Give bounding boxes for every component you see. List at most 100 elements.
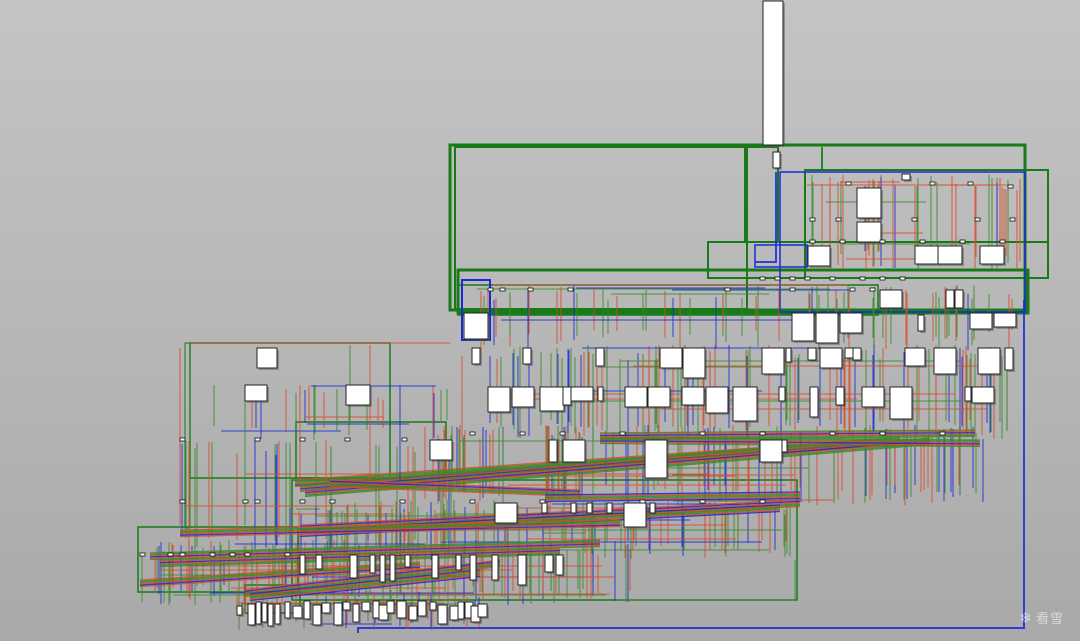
graph-node[interactable] bbox=[284, 601, 291, 619]
graph-node-small[interactable] bbox=[929, 181, 936, 186]
graph-node[interactable] bbox=[835, 386, 845, 406]
graph-node-small[interactable] bbox=[879, 239, 886, 244]
graph-node-small[interactable] bbox=[759, 431, 766, 436]
graph-node[interactable] bbox=[562, 386, 572, 406]
graph-node[interactable] bbox=[993, 312, 1017, 328]
graph-node-small[interactable] bbox=[835, 217, 842, 222]
graph-node[interactable] bbox=[901, 173, 911, 181]
graph-node-small[interactable] bbox=[879, 431, 886, 436]
graph-node[interactable] bbox=[819, 347, 843, 369]
graph-node-small[interactable] bbox=[399, 499, 406, 504]
graph-node[interactable] bbox=[548, 439, 558, 463]
graph-node-small[interactable] bbox=[759, 499, 766, 504]
graph-node[interactable] bbox=[379, 554, 386, 583]
graph-node[interactable] bbox=[487, 386, 511, 413]
graph-node[interactable] bbox=[544, 554, 554, 573]
graph-node-small[interactable] bbox=[469, 499, 476, 504]
graph-node[interactable] bbox=[954, 289, 964, 309]
graph-node[interactable] bbox=[437, 604, 448, 625]
graph-node-small[interactable] bbox=[299, 499, 306, 504]
graph-node-small[interactable] bbox=[724, 287, 731, 292]
graph-node[interactable] bbox=[917, 314, 925, 332]
graph-node[interactable] bbox=[315, 554, 323, 570]
graph-node-small[interactable] bbox=[829, 431, 836, 436]
graph-node[interactable] bbox=[539, 386, 565, 412]
graph-node-small[interactable] bbox=[839, 239, 846, 244]
graph-node[interactable] bbox=[299, 554, 306, 575]
graph-node-small[interactable] bbox=[619, 431, 626, 436]
graph-node[interactable] bbox=[586, 502, 593, 514]
graph-node-small[interactable] bbox=[789, 276, 796, 281]
graph-node[interactable] bbox=[761, 347, 785, 375]
graph-node[interactable] bbox=[681, 386, 705, 406]
graph-node[interactable] bbox=[781, 439, 788, 453]
graph-node[interactable] bbox=[342, 601, 351, 611]
graph-node[interactable] bbox=[333, 602, 343, 626]
graph-node[interactable] bbox=[623, 502, 647, 528]
graph-node-small[interactable] bbox=[179, 552, 186, 557]
graph-node-small[interactable] bbox=[699, 499, 706, 504]
graph-node[interactable] bbox=[772, 151, 781, 169]
graph-node[interactable] bbox=[562, 439, 586, 463]
graph-node-small[interactable] bbox=[804, 276, 811, 281]
graph-node[interactable] bbox=[606, 502, 613, 514]
graph-node-small[interactable] bbox=[167, 552, 174, 557]
graph-node[interactable] bbox=[977, 347, 1001, 375]
graph-node[interactable] bbox=[964, 386, 972, 402]
graph-node[interactable] bbox=[570, 386, 594, 402]
graph-node[interactable] bbox=[815, 312, 839, 344]
graph-node-small[interactable] bbox=[519, 431, 526, 436]
graph-node-small[interactable] bbox=[559, 431, 566, 436]
graph-node-small[interactable] bbox=[789, 287, 796, 292]
call-graph[interactable] bbox=[0, 0, 1080, 641]
graph-node-small[interactable] bbox=[759, 276, 766, 281]
graph-node-small[interactable] bbox=[967, 181, 974, 186]
graph-node[interactable] bbox=[431, 554, 439, 579]
graph-node[interactable] bbox=[369, 554, 376, 574]
graph-node[interactable] bbox=[856, 221, 882, 243]
graph-node[interactable] bbox=[247, 603, 256, 626]
graph-node[interactable] bbox=[352, 603, 360, 623]
graph-node-small[interactable] bbox=[699, 431, 706, 436]
graph-node[interactable] bbox=[455, 554, 462, 571]
graph-node-small[interactable] bbox=[959, 239, 966, 244]
graph-node[interactable] bbox=[386, 600, 395, 614]
graph-node[interactable] bbox=[595, 347, 605, 367]
graph-node[interactable] bbox=[491, 554, 499, 581]
graph-node[interactable] bbox=[969, 312, 993, 330]
graph-node[interactable] bbox=[809, 386, 819, 418]
graph-node-small[interactable] bbox=[919, 239, 926, 244]
graph-node-small[interactable] bbox=[567, 287, 574, 292]
graph-node[interactable] bbox=[705, 386, 729, 414]
graph-node[interactable] bbox=[408, 605, 418, 621]
graph-node[interactable] bbox=[807, 245, 831, 267]
graph-node[interactable] bbox=[1004, 347, 1014, 371]
graph-node[interactable] bbox=[647, 386, 671, 408]
graph-node[interactable] bbox=[785, 347, 792, 363]
graph-node-small[interactable] bbox=[244, 552, 251, 557]
graph-node[interactable] bbox=[261, 602, 268, 623]
graph-node[interactable] bbox=[349, 554, 358, 579]
graph-node[interactable] bbox=[417, 600, 427, 617]
graph-node[interactable] bbox=[463, 312, 489, 340]
graph-node[interactable] bbox=[429, 601, 437, 611]
graph-node[interactable] bbox=[879, 289, 903, 309]
graph-node-small[interactable] bbox=[879, 276, 886, 281]
graph-node-small[interactable] bbox=[539, 499, 546, 504]
graph-node[interactable] bbox=[937, 245, 963, 265]
graph-node[interactable] bbox=[255, 601, 262, 625]
graph-node-small[interactable] bbox=[299, 437, 306, 442]
graph-node[interactable] bbox=[644, 439, 668, 479]
graph-node[interactable] bbox=[361, 601, 371, 612]
graph-node[interactable] bbox=[839, 312, 863, 334]
graph-node[interactable] bbox=[429, 439, 453, 461]
graph-node-small[interactable] bbox=[845, 181, 852, 186]
graph-node[interactable] bbox=[303, 600, 311, 620]
graph-node[interactable] bbox=[292, 605, 303, 619]
graph-node-small[interactable] bbox=[487, 287, 494, 292]
graph-node-small[interactable] bbox=[809, 239, 816, 244]
graph-node[interactable] bbox=[649, 502, 656, 514]
graph-node[interactable] bbox=[791, 312, 815, 342]
graph-node[interactable] bbox=[856, 187, 882, 219]
graph-node-small[interactable] bbox=[1007, 184, 1014, 189]
